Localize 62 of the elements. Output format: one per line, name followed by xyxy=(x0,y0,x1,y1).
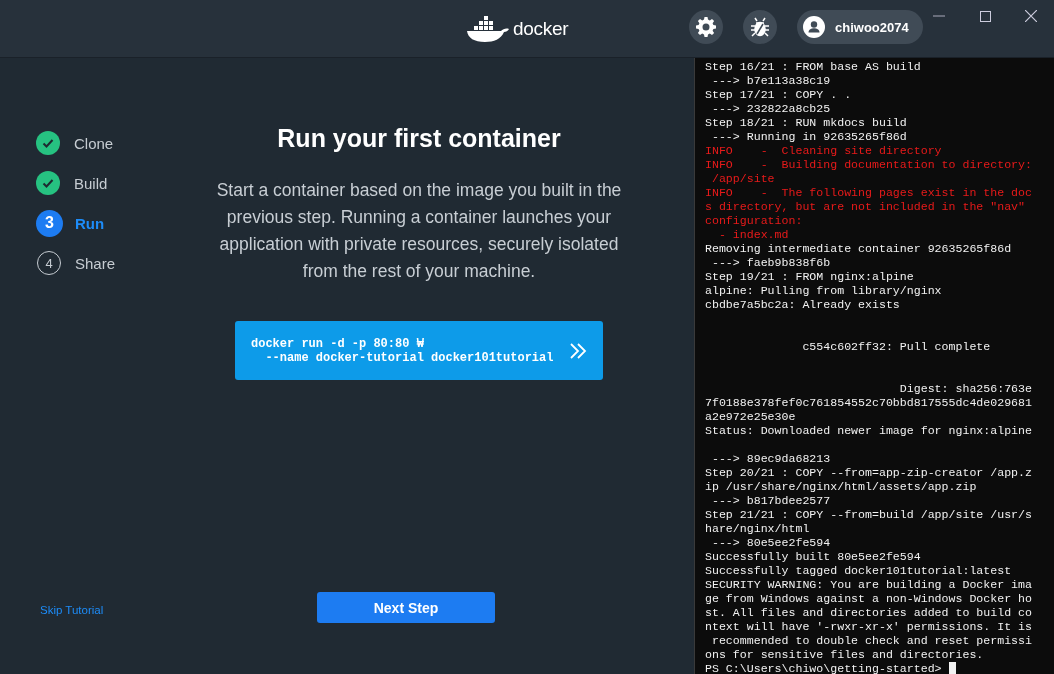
terminal-line: /app/site xyxy=(710,172,776,186)
terminal-line: ---> Running in 92635265f86d xyxy=(710,130,908,144)
terminal-line: c554c602ff32: Pull complete xyxy=(801,340,992,354)
terminal-line: INFO - Cleaning site directory xyxy=(705,144,943,158)
terminal-line: Step 18/21 : RUN mkdocs build xyxy=(705,116,908,130)
whale-logo-icon xyxy=(466,16,510,42)
terminal-line: s directory, but are not included in the "nav" xyxy=(705,200,1027,214)
terminal-line: Step 21/21 : COPY --from=build /app/site /usr/s xyxy=(705,508,1033,522)
terminal-line: ---> 89ec9da68213 xyxy=(710,452,832,466)
terminal-line: cbdbe7a5bc2a: Already exists xyxy=(705,298,901,312)
terminal-line: Step 20/21 : COPY --from=app-zip-creator /app.z xyxy=(705,466,1033,480)
terminal-line: ---> faeb9b838f6b xyxy=(710,256,832,270)
terminal-line: ---> 232822a8cb25 xyxy=(710,102,832,116)
page-title: Run your first container xyxy=(277,124,561,153)
terminal-line: ---> b817bdee2577 xyxy=(710,494,832,508)
terminal-line: Successfully tagged docker101tutorial:latest xyxy=(705,564,1013,578)
terminal-line: ntext will have '-rwxr-xr-x' permissions. It is xyxy=(705,620,1033,634)
terminal-line: alpine: Pulling from library/nginx xyxy=(705,284,943,298)
maximize-icon xyxy=(979,10,991,22)
terminal-line: configuration: xyxy=(705,214,804,228)
terminal-prompt: PS C:\Users\chiwo\getting-started> xyxy=(705,662,943,674)
skip-tutorial-link[interactable]: Skip Tutorial xyxy=(40,604,104,616)
terminal-line: st. All files and directories added to build co xyxy=(705,606,1033,620)
text-cursor xyxy=(948,662,956,674)
terminal-line: ---> 80e5ee2fe594 xyxy=(710,536,832,550)
terminal-line: Successfully built 80e5ee2fe594 xyxy=(705,550,922,564)
avatar-icon xyxy=(803,16,825,38)
step-label: Clone xyxy=(74,134,114,152)
settings-button[interactable] xyxy=(689,10,723,44)
terminal-line: ge from Windows against a non-Windows Docker ho xyxy=(705,592,1033,606)
bug-report-button[interactable] xyxy=(743,10,777,44)
terminal-line: ip /usr/share/nginx/html/assets/app.zip xyxy=(705,480,978,494)
terminal-line: Digest: sha256:763e xyxy=(898,382,1033,396)
command-button[interactable]: docker run -d -p 80:80 ₩ --name docker-tutorial docker101tutorial xyxy=(235,321,603,380)
settings-icon xyxy=(696,17,716,37)
logo-wordmark: docker xyxy=(513,18,569,40)
terminal-line: Status: Downloaded newer image for nginx:alpine xyxy=(705,424,1033,438)
step-label: Build xyxy=(74,174,108,192)
terminal-line: Step 17/21 : COPY . . xyxy=(705,88,853,102)
step-number: 3 xyxy=(36,209,63,237)
terminal-line: INFO - Building documentation to directory: xyxy=(705,158,1033,172)
description-text: Start a container based on the image you built in the previous step. Running a container launches your application with private resources, securely isolated from the rest of your machine. xyxy=(215,179,623,283)
terminal-line: a2e972e25e30e xyxy=(705,410,797,424)
step-label: Share xyxy=(75,254,116,272)
terminal-line: SECURITY WARNING: You are building a Docker ima xyxy=(705,578,1033,592)
terminal-line: INFO - The following pages exist in the doc xyxy=(705,186,1033,200)
bug-icon xyxy=(749,16,771,38)
terminal-line: ons for sensitive files and directories. xyxy=(705,648,985,662)
terminal-line: Removing intermediate container 92635265f86d xyxy=(705,242,1013,256)
minimize-icon xyxy=(933,15,945,17)
terminal-line: ---> b7e113a38c19 xyxy=(710,74,832,88)
user-account-button[interactable]: chiwoo2074 xyxy=(797,10,923,44)
terminal-line: Step 19/21 : FROM nginx:alpine xyxy=(705,270,915,284)
terminal-line: Step 16/21 : FROM base AS build xyxy=(705,60,922,74)
terminal-line: 7f0188e378fef0c761854552c70bbd817555dc4de029681 xyxy=(705,396,1033,410)
double-chevron-icon xyxy=(569,341,587,360)
terminal-line: - index.md xyxy=(717,228,790,242)
terminal-line: recommended to double check and reset permissi xyxy=(710,634,1033,648)
step-label: Run xyxy=(75,214,105,232)
next-step-button[interactable]: Next Step xyxy=(317,592,495,623)
terminal-line: hare/nginx/html xyxy=(705,522,811,536)
close-icon xyxy=(1025,10,1037,22)
